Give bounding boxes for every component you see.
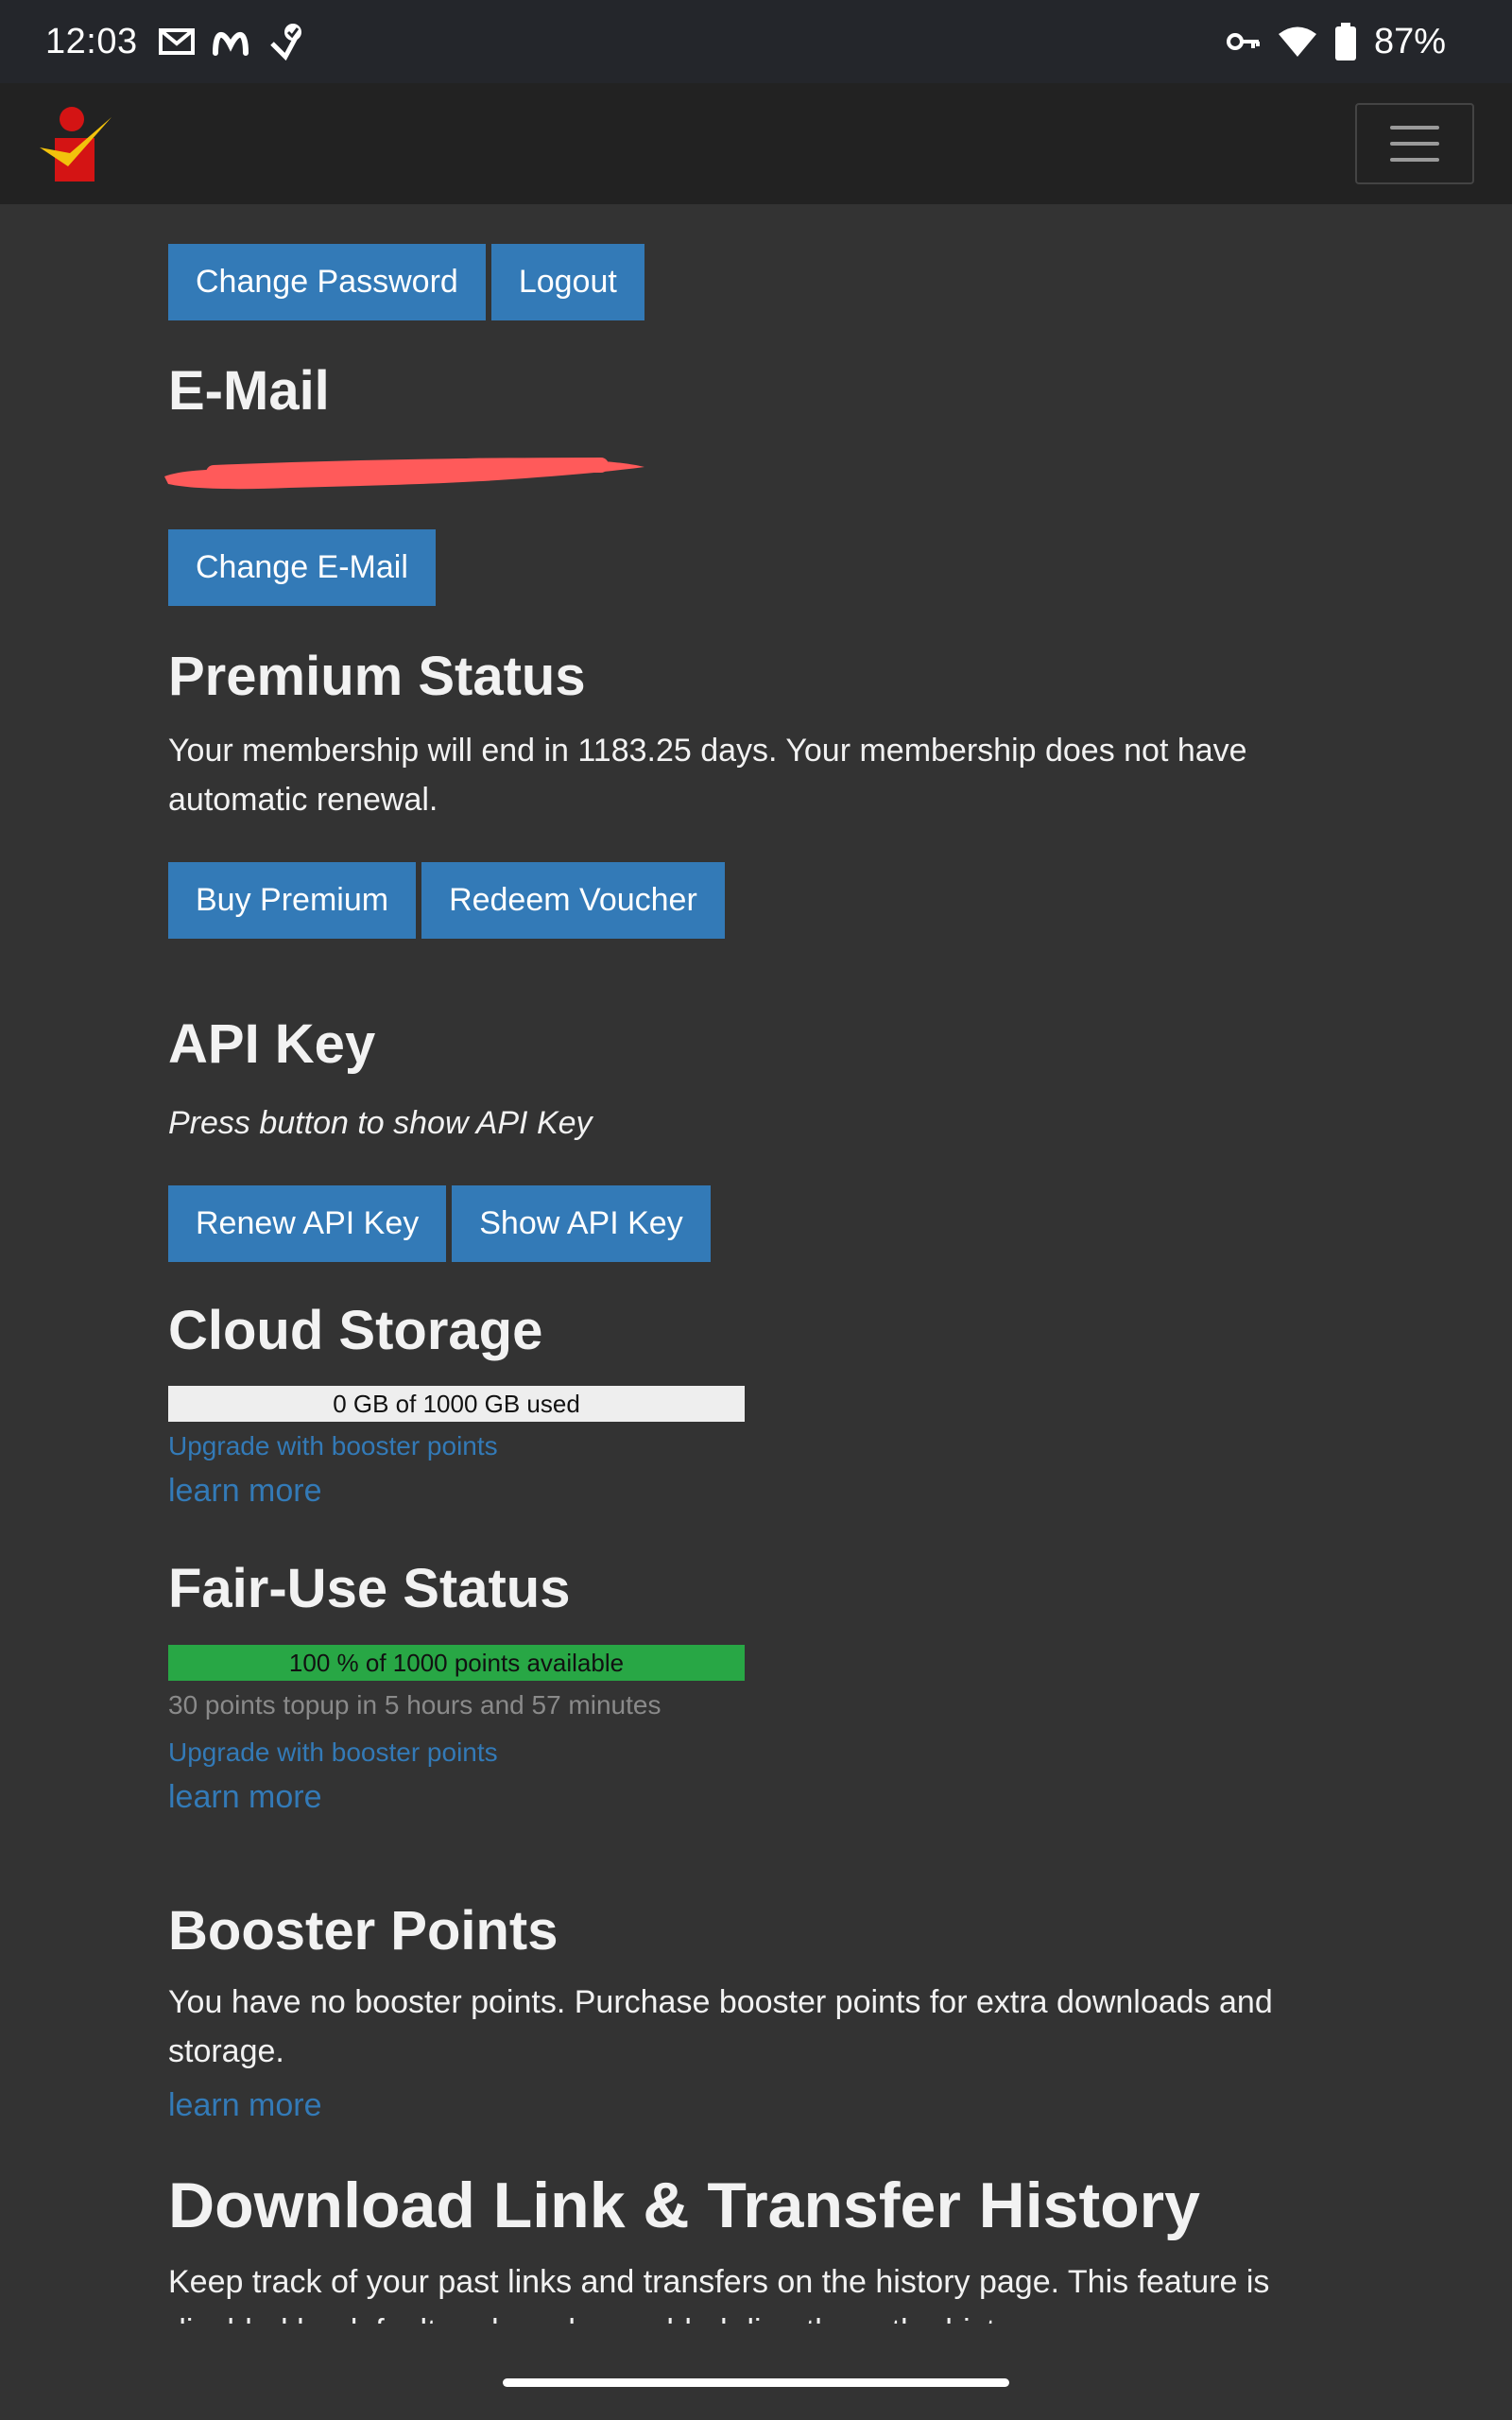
status-bar: 12:03 87% [0,0,1512,83]
renew-api-key-button[interactable]: Renew API Key [168,1185,447,1262]
premium-status-text: Your membership will end in 1183.25 days… [168,733,1247,818]
booster-points-heading: Booster Points [168,1900,558,1962]
fair-use-progress: 100 % of 1000 points available [168,1645,745,1681]
site-logo[interactable] [36,104,115,183]
api-key-heading: API Key [168,1013,376,1075]
change-email-button[interactable]: Change E-Mail [168,529,436,606]
booster-points-text: You have no booster points. Purchase boo… [168,1984,1273,2069]
history-text-clip: Keep track of your past links and transf… [168,2257,1349,2324]
history-text: Keep track of your past links and transf… [168,2264,1270,2324]
premium-actions: Buy Premium Redeem Voucher [168,862,725,939]
fair-use-heading: Fair-Use Status [168,1558,571,1619]
battery-icon [1334,23,1357,60]
premium-status-heading: Premium Status [168,646,586,707]
fair-use-learn-more-link[interactable]: learn more [168,1779,322,1816]
wifi-icon [1278,26,1317,58]
account-actions: Change Password Logout [168,244,644,320]
booster-learn-more-link[interactable]: learn more [168,2087,322,2124]
logout-button[interactable]: Logout [490,244,644,320]
redeem-voucher-button[interactable]: Redeem Voucher [421,862,725,939]
history-heading: Download Link & Transfer History [168,2169,1200,2241]
redacted-email [157,427,667,508]
m-app-icon [212,26,249,57]
buy-premium-button[interactable]: Buy Premium [168,862,417,939]
cloud-learn-more-link[interactable]: learn more [168,1473,322,1510]
hamburger-menu-button[interactable] [1355,103,1474,184]
email-actions: Change E-Mail [168,529,436,606]
cloud-storage-heading: Cloud Storage [168,1300,543,1361]
clock: 12:03 [45,21,138,61]
home-indicator[interactable] [503,2378,1009,2387]
gmail-icon [158,27,195,56]
change-password-button[interactable]: Change Password [168,244,486,320]
cloud-upgrade-link[interactable]: Upgrade with booster points [168,1431,498,1461]
email-heading: E-Mail [168,360,330,422]
cloud-storage-usage-label: 0 GB of 1000 GB used [333,1390,580,1418]
hamburger-menu-icon [1390,126,1439,130]
check-shield-icon [266,23,304,60]
fair-use-upgrade-link[interactable]: Upgrade with booster points [168,1737,498,1768]
battery-level: 87% [1373,21,1446,61]
cloud-storage-progress: 0 GB of 1000 GB used [168,1386,745,1422]
fair-use-usage-label: 100 % of 1000 points available [288,1649,625,1677]
api-key-actions: Renew API Key Show API Key [168,1185,711,1262]
api-key-hint: Press button to show API Key [168,1105,593,1141]
vpn-key-icon [1226,30,1261,53]
fair-use-topup-text: 30 points topup in 5 hours and 57 minute… [168,1690,662,1720]
show-api-key-button[interactable]: Show API Key [452,1185,711,1262]
navbar [0,83,1512,204]
